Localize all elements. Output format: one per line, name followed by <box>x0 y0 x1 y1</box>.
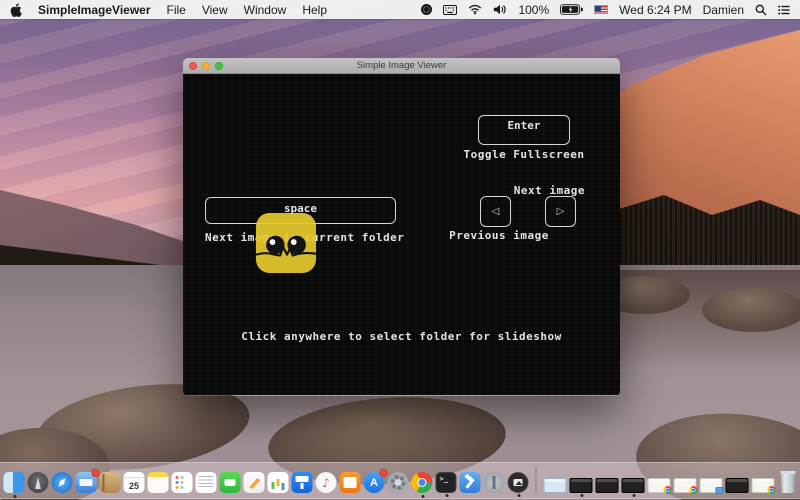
input-language-flag-icon[interactable] <box>594 5 608 14</box>
right-arrow-icon: ▷ <box>557 206 565 217</box>
dock-safari-icon[interactable] <box>52 472 73 493</box>
apple-menu[interactable] <box>10 3 22 17</box>
status-record-icon[interactable] <box>421 4 432 15</box>
dock-separator <box>536 467 537 493</box>
dock-xcode-icon[interactable] <box>460 472 481 493</box>
minimized-terminal-window[interactable] <box>622 478 645 493</box>
zoom-button[interactable] <box>215 62 223 70</box>
dock: 25 <box>0 462 800 499</box>
dock-system-preferences-icon[interactable] <box>388 472 409 493</box>
enter-key-illustration: Enter <box>478 115 570 145</box>
simple-image-viewer-window: Simple Image Viewer Enter Toggle Fullscr… <box>183 58 620 396</box>
chrome-badge-icon <box>664 486 672 494</box>
window-title: Simple Image Viewer <box>183 60 620 71</box>
viewer-canvas[interactable]: Enter Toggle Fullscreen Next image ◁ ▷ P… <box>183 74 620 395</box>
dock-chrome-icon[interactable] <box>412 472 433 493</box>
notification-badge <box>380 469 388 477</box>
previous-image-caption: Previous image <box>439 229 559 242</box>
dock-ibooks-icon[interactable] <box>340 472 361 493</box>
running-indicator <box>13 495 16 498</box>
dock-reminders-icon[interactable] <box>172 472 193 493</box>
apple-icon <box>10 3 22 17</box>
dock-utility-icon[interactable] <box>484 472 505 493</box>
folder-badge-icon <box>716 487 724 494</box>
dock-simple-image-viewer-icon[interactable] <box>508 472 529 493</box>
chrome-badge-icon <box>690 486 698 494</box>
fast-user-switch[interactable]: Damien <box>703 3 744 17</box>
dock-trash-icon[interactable] <box>780 471 797 493</box>
close-button[interactable] <box>189 62 197 70</box>
app-face-icon <box>255 212 317 274</box>
enter-key-label: Enter <box>507 119 540 132</box>
right-arrow-key-illustration: ▷ <box>545 196 576 227</box>
battery-percent: 100% <box>518 3 549 17</box>
notification-badge <box>92 469 100 477</box>
battery-icon[interactable] <box>560 4 583 15</box>
dock-itunes-icon[interactable] <box>316 472 337 493</box>
wallpaper-rock <box>702 288 800 332</box>
dock-numbers-icon[interactable] <box>268 472 289 493</box>
minimized-terminal-window[interactable] <box>570 478 593 493</box>
minimized-terminal-window[interactable] <box>596 478 619 493</box>
menu-help[interactable]: Help <box>302 3 327 17</box>
minimized-files-window[interactable] <box>700 478 723 493</box>
toggle-fullscreen-caption: Toggle Fullscreen <box>429 148 619 161</box>
volume-icon[interactable] <box>493 4 507 15</box>
running-indicator <box>421 495 424 498</box>
minimized-chrome-window[interactable] <box>752 478 775 493</box>
dock-facetime-icon[interactable] <box>220 472 241 493</box>
dock-finder-icon[interactable] <box>4 472 25 493</box>
spotlight-search-icon[interactable] <box>755 4 767 16</box>
window-titlebar[interactable]: Simple Image Viewer <box>183 58 620 74</box>
dock-mail-icon[interactable] <box>76 472 97 493</box>
slideshow-hint: Click anywhere to select folder for slid… <box>183 330 620 343</box>
menu-window[interactable]: Window <box>244 3 287 17</box>
menu-bar-clock[interactable]: Wed 6:24 PM <box>619 3 691 17</box>
dock-terminal-icon[interactable] <box>436 472 457 493</box>
minimized-finder-window[interactable] <box>544 478 567 493</box>
dock-app-store-icon[interactable] <box>364 472 385 493</box>
calendar-day: 25 <box>124 481 145 491</box>
minimized-terminal-window[interactable] <box>726 478 749 493</box>
wifi-icon[interactable] <box>468 4 482 15</box>
dock-contacts-icon[interactable] <box>100 472 121 493</box>
menu-file[interactable]: File <box>167 3 186 17</box>
dock-launchpad-icon[interactable] <box>28 472 49 493</box>
running-indicator <box>632 494 635 497</box>
left-arrow-key-illustration: ◁ <box>480 196 511 227</box>
menu-bar: SimpleImageViewer File View Window Help … <box>0 0 800 19</box>
dock-keynote-icon[interactable] <box>292 472 313 493</box>
minimized-chrome-window[interactable] <box>648 478 671 493</box>
left-arrow-icon: ◁ <box>492 206 500 217</box>
dock-pages-icon[interactable] <box>244 472 265 493</box>
minimize-button[interactable] <box>202 62 210 70</box>
minimized-chrome-window[interactable] <box>674 478 697 493</box>
chrome-badge-icon <box>768 486 776 494</box>
dock-textedit-icon[interactable] <box>196 472 217 493</box>
dock-notes-icon[interactable] <box>148 472 169 493</box>
running-indicator <box>445 494 448 497</box>
running-indicator <box>517 494 520 497</box>
active-app-name[interactable]: SimpleImageViewer <box>38 3 151 17</box>
dock-calendar-icon[interactable]: 25 <box>124 472 145 493</box>
notification-center-icon[interactable] <box>778 5 790 15</box>
running-indicator <box>580 494 583 497</box>
menu-view[interactable]: View <box>202 3 228 17</box>
keyboard-icon[interactable] <box>443 5 457 15</box>
